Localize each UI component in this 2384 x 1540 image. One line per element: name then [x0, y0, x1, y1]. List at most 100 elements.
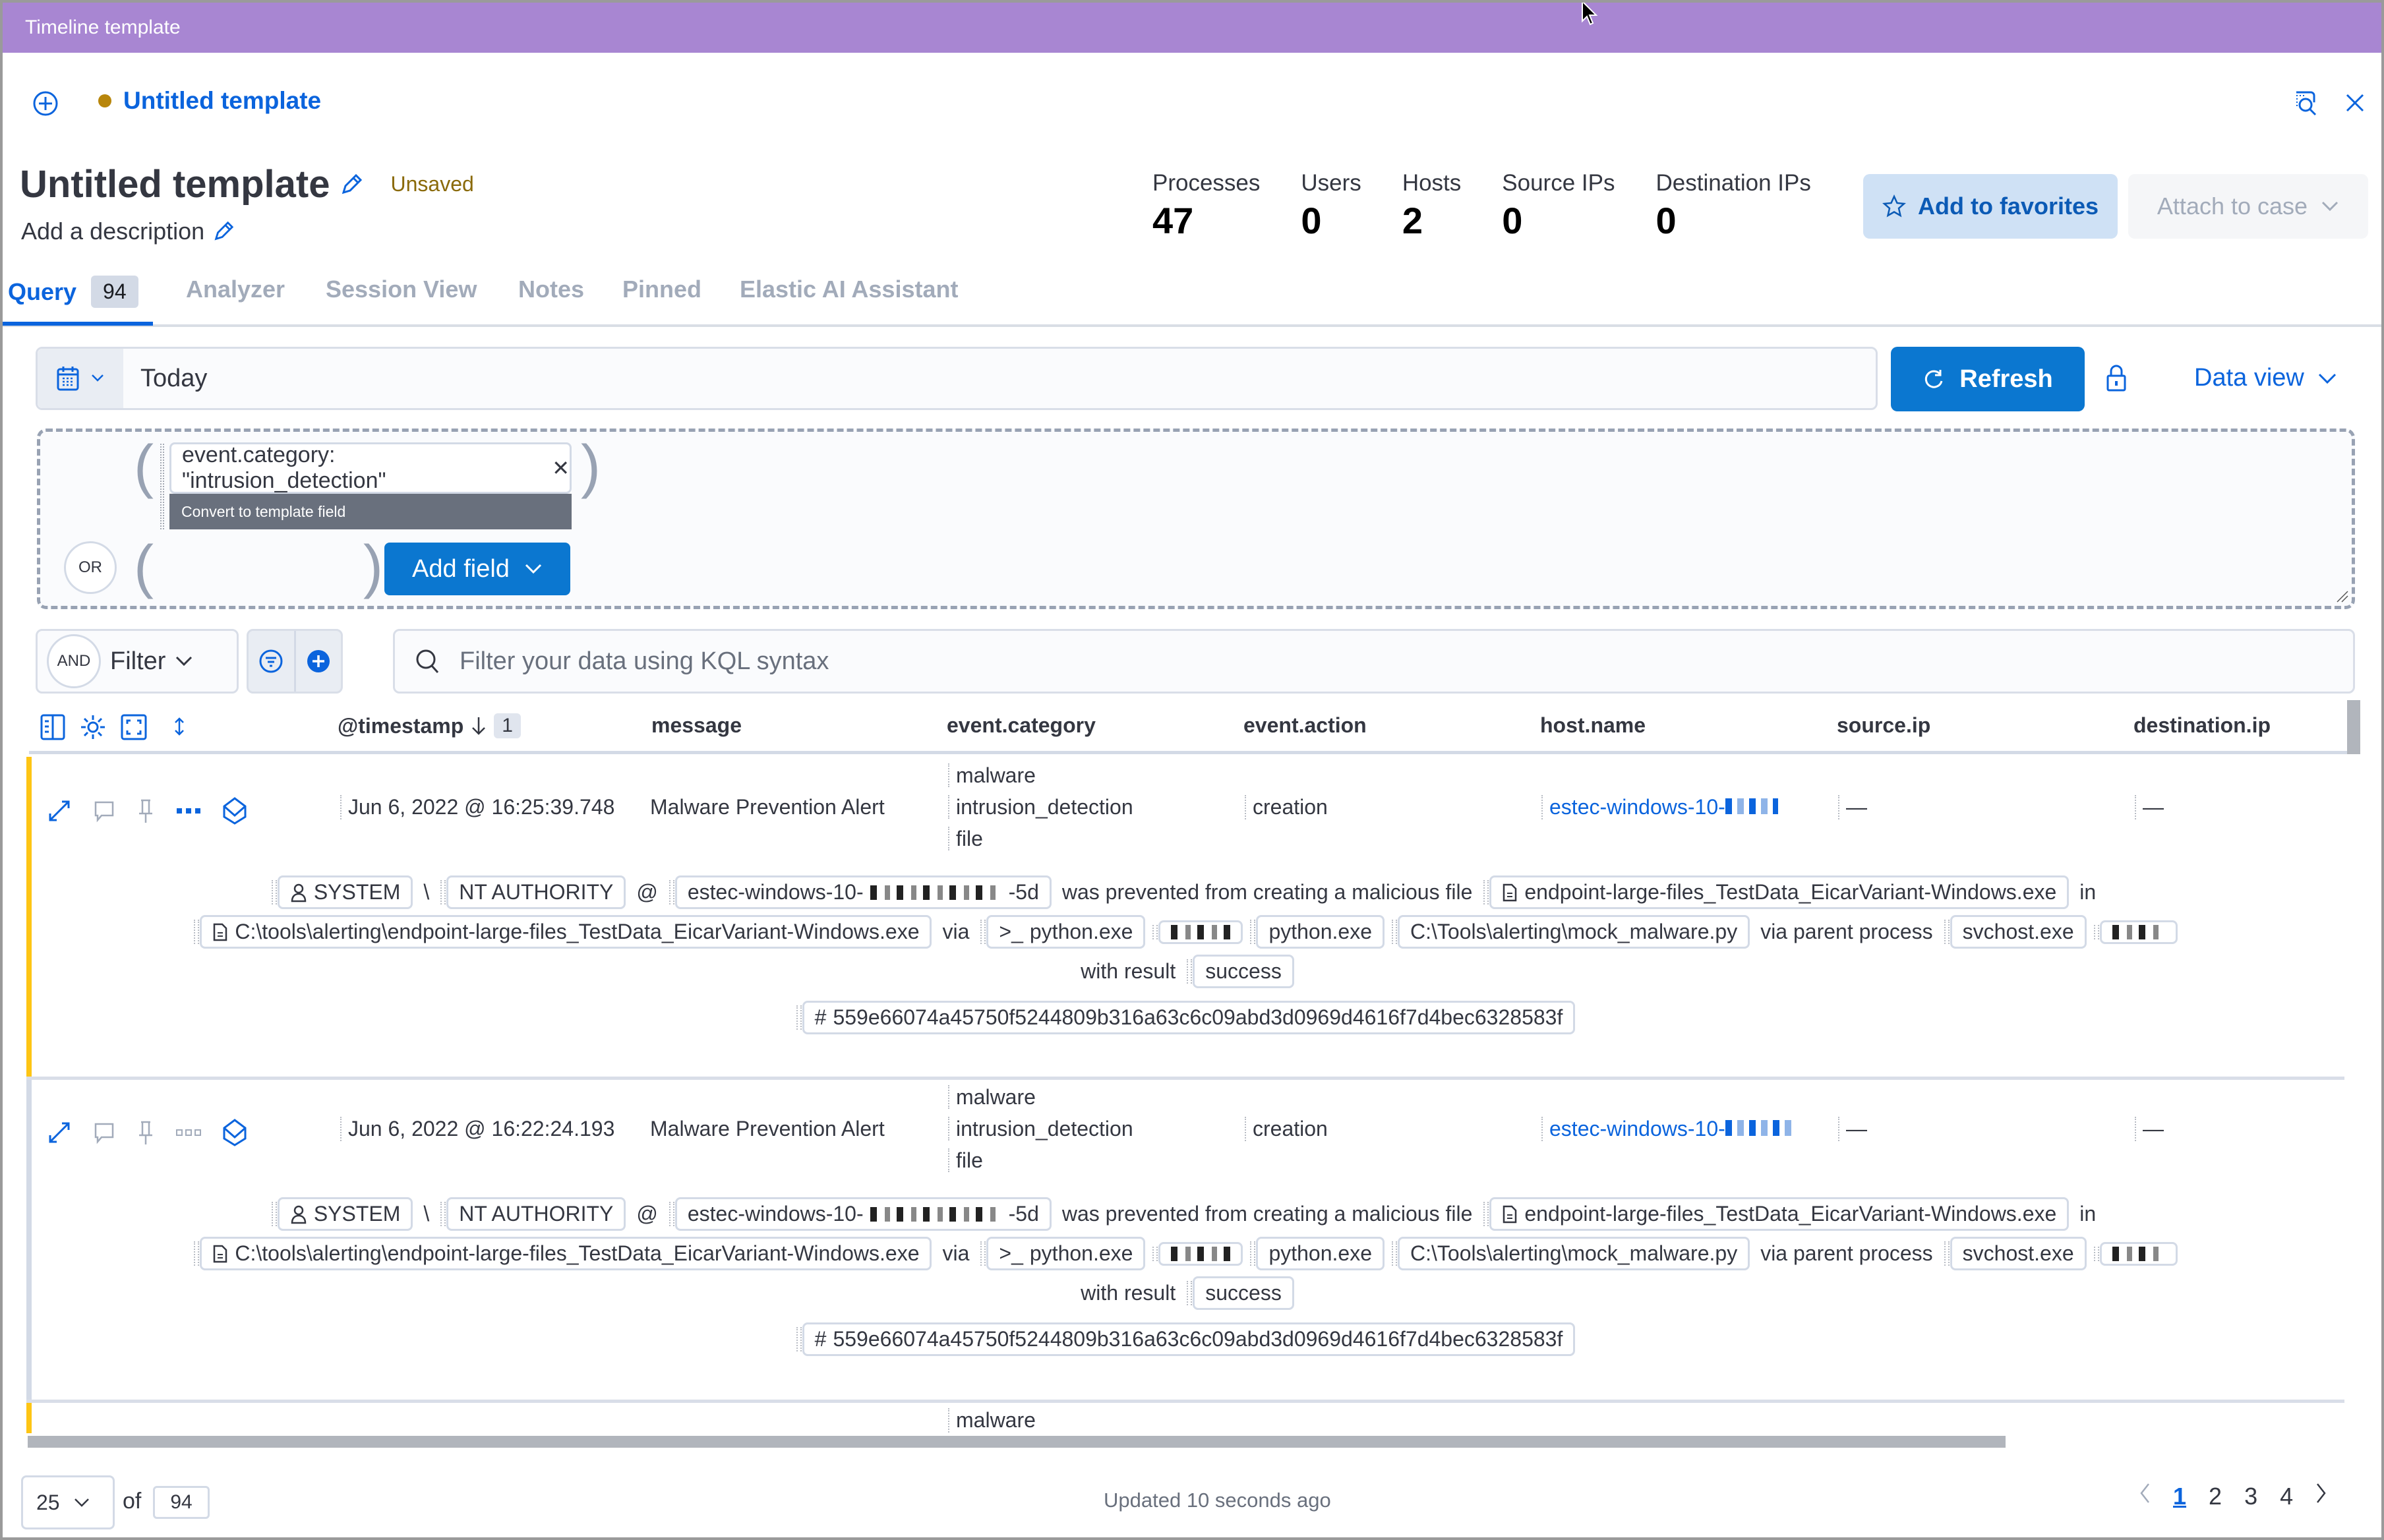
pin-event-button[interactable] — [136, 1119, 156, 1146]
vertical-scrollbar[interactable] — [2347, 700, 2360, 754]
convert-to-template-field-action[interactable]: Convert to template field — [169, 494, 572, 529]
process-chip[interactable]: >_ python.exe — [980, 915, 1146, 949]
cell-host-name[interactable]: estec-windows-10- — [1541, 1117, 1791, 1141]
cell-source-ip[interactable]: — — [1838, 795, 1867, 819]
timeline-tab[interactable]: Untitled template — [98, 87, 321, 115]
user-domain-chip[interactable]: NT AUTHORITY — [440, 1197, 626, 1231]
process-args-chip[interactable]: C:\Tools\alerting\mock_malware.py — [1391, 1237, 1750, 1270]
file-name-chip[interactable]: endpoint-large-files_TestData_EicarVaria… — [1483, 1197, 2070, 1231]
file-path-chip[interactable]: C:\tools\alerting\endpoint-large-files_T… — [194, 1237, 932, 1270]
page-button[interactable]: 3 — [2244, 1483, 2257, 1510]
date-picker[interactable]: Today — [36, 347, 1878, 410]
attach-to-case-button[interactable]: Attach to case — [2128, 174, 2368, 239]
add-filter-button[interactable]: AND Filter — [36, 629, 239, 694]
expand-event-button[interactable] — [46, 1119, 73, 1146]
add-note-button[interactable] — [92, 1121, 116, 1144]
cell-event-action[interactable]: creation — [1245, 795, 1328, 819]
expand-event-button[interactable] — [46, 798, 73, 824]
column-header-event-action[interactable]: event.action — [1243, 713, 1367, 738]
category-value[interactable]: intrusion_detection — [948, 795, 1133, 819]
resize-handle-icon[interactable] — [2335, 589, 2349, 603]
next-page-button[interactable] — [2315, 1482, 2327, 1510]
file-path-chip[interactable]: C:\tools\alerting\endpoint-large-files_T… — [194, 915, 932, 949]
user-name-chip[interactable]: SYSTEM — [271, 875, 413, 909]
cell-source-ip[interactable]: — — [1838, 1117, 1867, 1141]
inspect-button[interactable] — [2288, 87, 2322, 121]
refresh-button[interactable]: Refresh — [1891, 347, 2085, 411]
category-value[interactable]: file — [948, 1148, 1133, 1172]
parent-pid-chip[interactable] — [2093, 1241, 2178, 1266]
process-chip[interactable]: >_ python.exe — [980, 1237, 1146, 1270]
add-field-button[interactable]: Add field — [384, 543, 570, 595]
process-pid-chip[interactable] — [1152, 1241, 1243, 1266]
column-header-source-ip[interactable]: source.ip — [1837, 713, 1930, 738]
add-note-button[interactable] — [92, 799, 116, 823]
host-chip[interactable]: estec-windows-10- -5d — [669, 875, 1052, 909]
horizontal-scrollbar[interactable] — [28, 1436, 2006, 1448]
user-name-chip[interactable]: SYSTEM — [271, 1197, 413, 1231]
result-chip[interactable]: success — [1187, 1276, 1294, 1310]
edit-title-button[interactable] — [340, 173, 363, 196]
analyze-event-button[interactable] — [222, 1118, 248, 1147]
tab-analyzer[interactable]: Analyzer — [186, 276, 285, 303]
filter-menu-button[interactable] — [249, 631, 296, 692]
cell-timestamp[interactable]: Jun 6, 2022 @ 16:25:39.748 — [340, 795, 614, 819]
pin-event-button[interactable] — [136, 798, 156, 824]
full-screen-button[interactable] — [120, 713, 148, 744]
row-height-button[interactable] — [173, 713, 186, 743]
tab-session-view[interactable]: Session View — [326, 276, 477, 303]
data-provider-pill[interactable]: event.category: "intrusion_detection" ✕ — [169, 442, 572, 494]
category-value[interactable]: file — [948, 827, 1133, 850]
column-header-message[interactable]: message — [651, 713, 742, 738]
page-button[interactable]: 1 — [2173, 1483, 2186, 1510]
column-header-event-category[interactable]: event.category — [947, 713, 1096, 738]
cell-event-action[interactable]: creation — [1245, 1117, 1328, 1141]
new-timeline-button[interactable] — [29, 87, 62, 120]
cell-host-name[interactable]: estec-windows-10- — [1541, 795, 1778, 819]
previous-page-button[interactable] — [2139, 1482, 2151, 1510]
parent-pid-chip[interactable] — [2093, 920, 2178, 944]
analyze-event-button[interactable] — [222, 796, 248, 825]
category-value[interactable]: intrusion_detection — [948, 1117, 1133, 1140]
tab-pinned[interactable]: Pinned — [622, 276, 701, 303]
fields-browser-button[interactable] — [40, 713, 66, 744]
remove-provider-button[interactable]: ✕ — [552, 456, 570, 481]
process-args-chip[interactable]: C:\Tools\alerting\mock_malware.py — [1391, 915, 1750, 949]
column-header-host-name[interactable]: host.name — [1540, 713, 1646, 738]
more-actions-button[interactable] — [175, 1128, 202, 1137]
data-view-picker[interactable]: Data view — [2194, 364, 2337, 392]
process-pid-chip[interactable] — [1152, 920, 1243, 944]
cell-timestamp[interactable]: Jun 6, 2022 @ 16:22:24.193 — [340, 1117, 614, 1141]
rows-per-page-select[interactable]: 25 — [21, 1475, 115, 1529]
process-name-chip[interactable]: python.exe — [1250, 1237, 1385, 1270]
data-providers-dropzone[interactable]: ( event.category: "intrusion_detection" … — [37, 429, 2355, 609]
category-value[interactable]: malware — [948, 1085, 1133, 1109]
add-to-favorites-button[interactable]: Add to favorites — [1863, 174, 2118, 239]
drag-handle[interactable] — [160, 444, 164, 529]
cell-destination-ip[interactable]: — — [2135, 1117, 2164, 1141]
add-filter-plus-button[interactable] — [296, 631, 342, 692]
description[interactable]: Add a description — [21, 218, 235, 245]
lock-time-button[interactable] — [2106, 364, 2127, 396]
hash-chip[interactable]: #559e66074a45750f5244809b316a63c6c09abd3… — [796, 1322, 1576, 1356]
result-chip[interactable]: success — [1187, 955, 1294, 988]
parent-process-chip[interactable]: svchost.exe — [1944, 1237, 2087, 1270]
close-timeline-button[interactable] — [2342, 90, 2368, 116]
tab-query[interactable]: Query 94 — [8, 276, 138, 308]
more-actions-button[interactable] — [175, 806, 202, 815]
page-button[interactable]: 4 — [2280, 1483, 2293, 1510]
grid-settings-button[interactable] — [79, 713, 107, 744]
cell-message[interactable]: Malware Prevention Alert — [643, 1117, 885, 1141]
quick-date-menu-button[interactable] — [38, 349, 123, 408]
tab-elastic-ai-assistant[interactable]: Elastic AI Assistant — [740, 276, 958, 303]
process-name-chip[interactable]: python.exe — [1250, 915, 1385, 949]
parent-process-chip[interactable]: svchost.exe — [1944, 915, 2087, 949]
category-value[interactable]: malware — [948, 763, 1133, 787]
tab-notes[interactable]: Notes — [518, 276, 584, 303]
file-name-chip[interactable]: endpoint-large-files_TestData_EicarVaria… — [1483, 875, 2070, 909]
kql-search-input[interactable] — [460, 647, 2240, 676]
category-value[interactable]: malware — [948, 1408, 1036, 1433]
column-header-destination-ip[interactable]: destination.ip — [2133, 713, 2271, 738]
host-chip[interactable]: estec-windows-10- -5d — [669, 1197, 1052, 1231]
user-domain-chip[interactable]: NT AUTHORITY — [440, 875, 626, 909]
